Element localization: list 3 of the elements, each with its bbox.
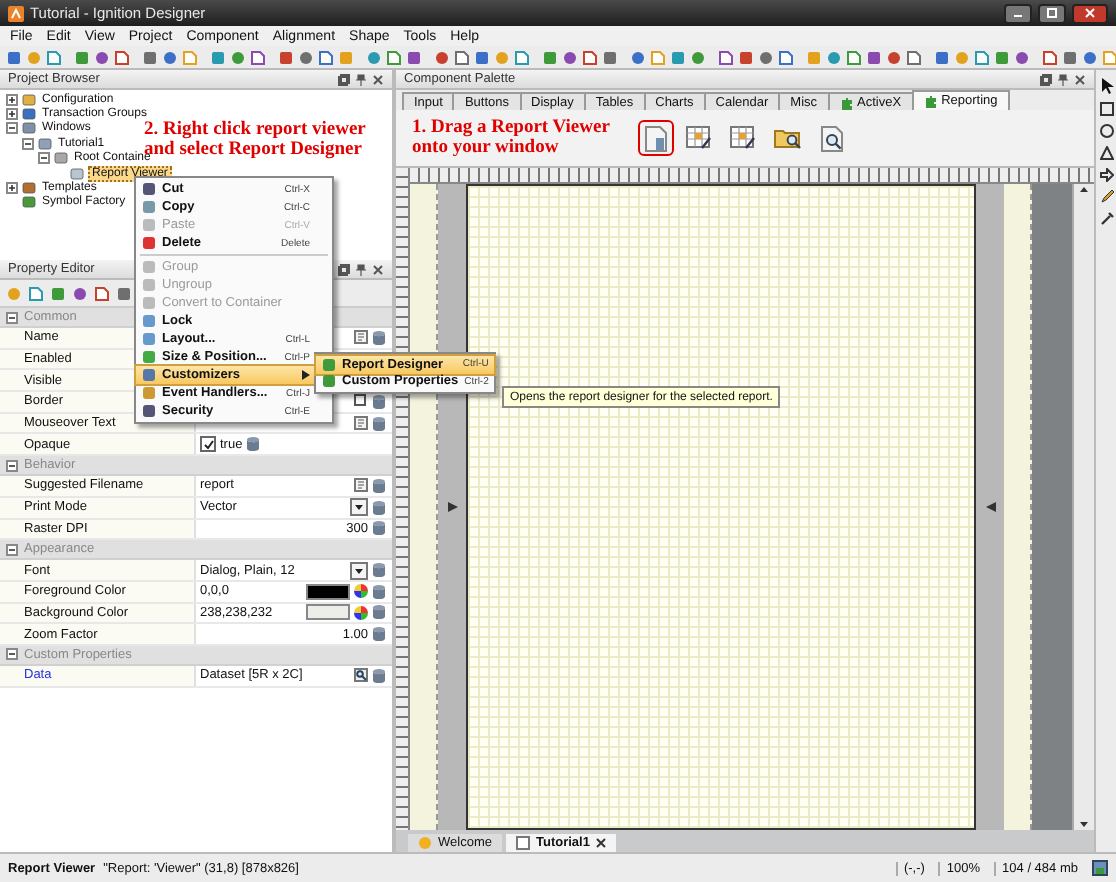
- annotation-text: onto your window: [412, 138, 561, 158]
- annotation-text: 2. Right click report viewer: [144, 120, 366, 140]
- annotation-text: 1. Drag a Report Viewer: [412, 118, 610, 138]
